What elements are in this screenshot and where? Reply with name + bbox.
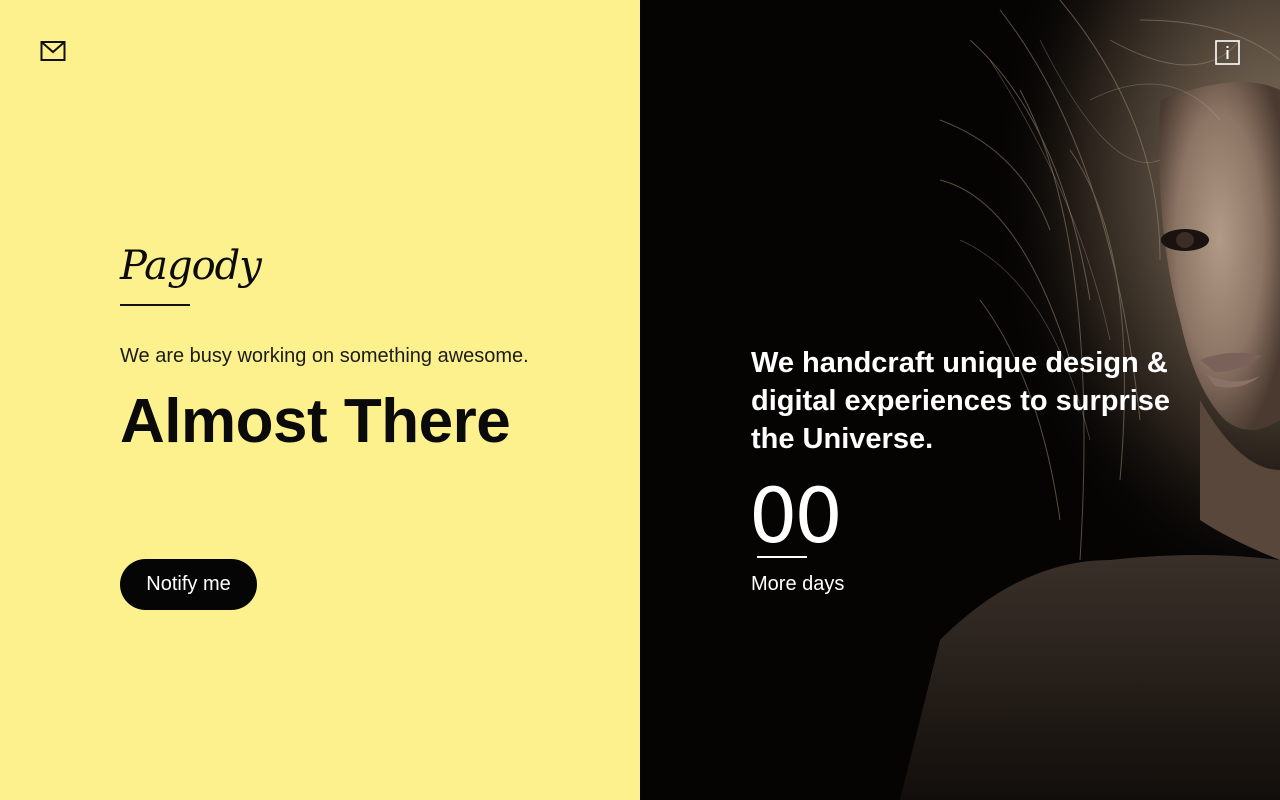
mission-statement: We handcraft unique design & digital exp… bbox=[751, 347, 1171, 455]
info-icon bbox=[1215, 40, 1240, 65]
countdown-value: 00 bbox=[749, 471, 843, 560]
mail-icon bbox=[40, 41, 66, 61]
brand-underline bbox=[120, 304, 190, 306]
info-button[interactable] bbox=[1215, 40, 1240, 65]
page-title: Almost There bbox=[120, 387, 511, 456]
left-panel: Pagody We are busy working on something … bbox=[0, 0, 640, 800]
brand-logo: Pagody bbox=[120, 243, 262, 289]
countdown-label: More days bbox=[751, 573, 845, 595]
countdown-underline bbox=[757, 556, 807, 558]
tagline: We are busy working on something awesome… bbox=[120, 345, 529, 367]
notify-me-button[interactable]: Notify me bbox=[120, 559, 257, 610]
mail-button[interactable] bbox=[40, 39, 66, 63]
right-panel: We handcraft unique design & digital exp… bbox=[640, 0, 1280, 800]
